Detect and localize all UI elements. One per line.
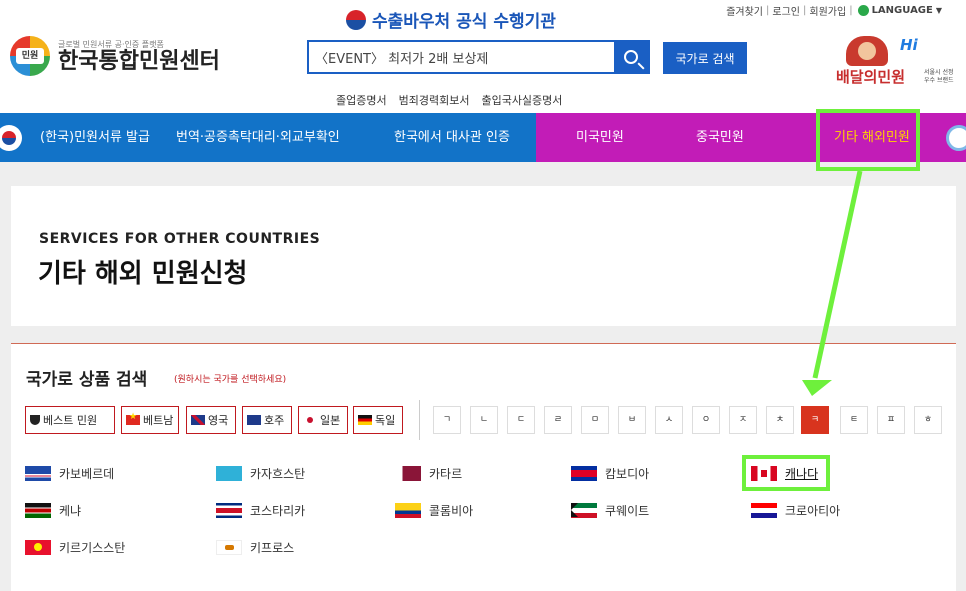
annotation-arrow (802, 170, 863, 396)
page: 즐겨찾기 | 로그인 | 회원가입 | LANGUAGE ▼ 수출바우처 공식 … (0, 0, 966, 591)
